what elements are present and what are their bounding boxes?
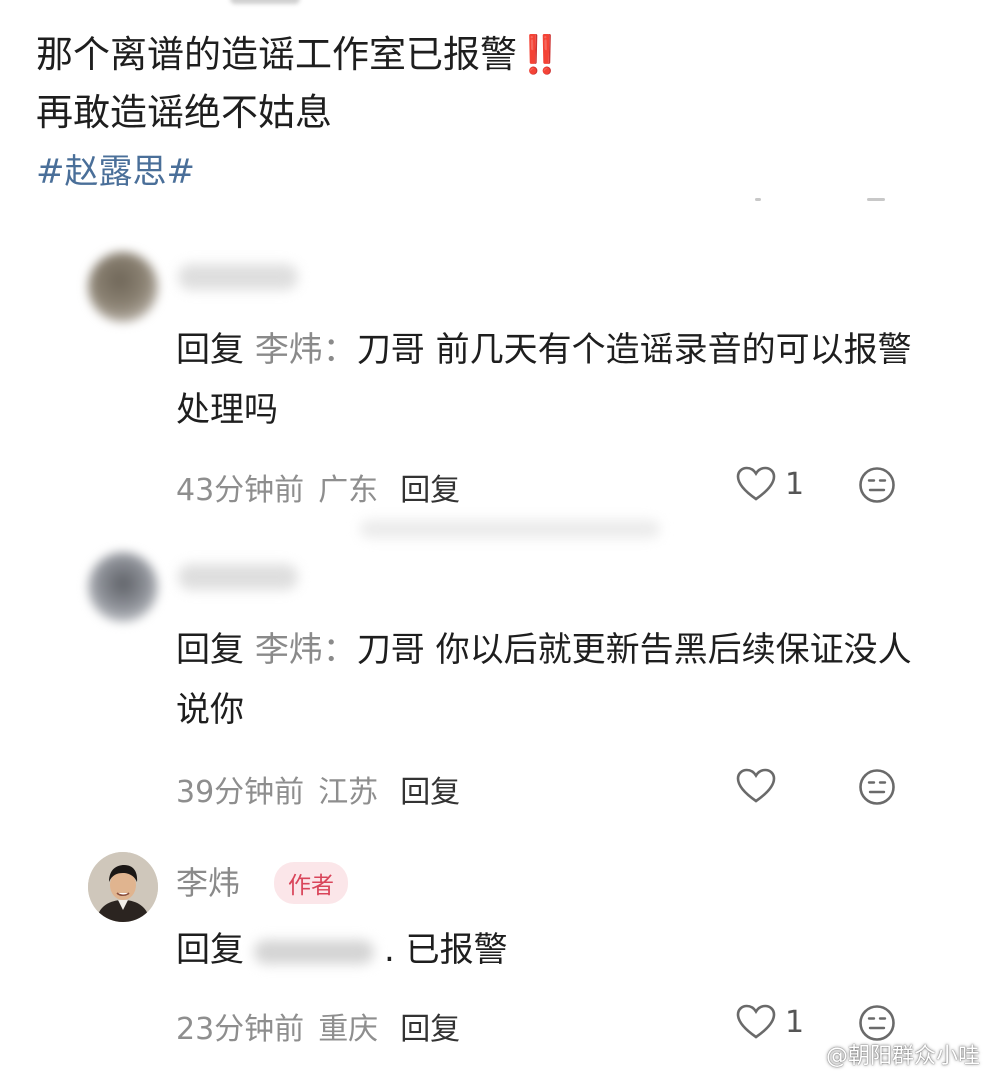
like-button[interactable]: [735, 767, 785, 805]
comment-text: 回复 李炜：刀哥 你以后就更新告黑后续保证没人说你: [176, 620, 916, 740]
meh-face-icon[interactable]: [858, 1004, 896, 1042]
like-button[interactable]: 1: [735, 465, 804, 503]
comment-location: 广东: [318, 473, 379, 508]
heart-outline-icon: [736, 466, 776, 501]
double-exclamation-icon: ‼️: [517, 33, 563, 76]
heart-outline-icon: [736, 1004, 776, 1039]
comment-text: 回复 . 已报警: [176, 920, 916, 980]
like-count: 1: [785, 1004, 805, 1040]
like-button[interactable]: 1: [735, 1003, 804, 1041]
avatar[interactable]: [88, 852, 158, 922]
avatar-image: [88, 852, 158, 922]
post-line-2: 再敢造谣绝不姑息: [36, 91, 332, 134]
post-content: 那个离谱的造谣工作室已报警‼️ 再敢造谣绝不姑息 #赵露思#: [36, 26, 936, 198]
reply-prefix: 回复: [176, 330, 244, 370]
meh-face-icon[interactable]: [858, 466, 896, 504]
comment-location: 江苏: [318, 775, 379, 810]
reply-prefix: 回复: [176, 930, 244, 970]
post-line-1-text: 那个离谱的造谣工作室已报警: [36, 33, 517, 76]
mention-link[interactable]: 李炜：: [255, 630, 357, 670]
reply-button[interactable]: 回复: [400, 775, 460, 810]
avatar[interactable]: [88, 552, 158, 622]
comment-time: 39分钟前: [176, 775, 305, 810]
comment-text: 回复 李炜：刀哥 前几天有个造谣录音的可以报警处理吗: [176, 320, 916, 440]
comment-location: 重庆: [318, 1012, 379, 1047]
meh-face-icon[interactable]: [858, 768, 896, 806]
reply-prefix: 回复: [176, 630, 244, 670]
reply-button[interactable]: 回复: [400, 473, 460, 508]
username-redacted[interactable]: [178, 264, 298, 290]
watermark-text: @朝阳群众小哇: [825, 1044, 980, 1069]
reply-button[interactable]: 回复: [400, 1012, 460, 1047]
post-line-1: 那个离谱的造谣工作室已报警‼️: [36, 26, 936, 84]
username-redacted[interactable]: [178, 564, 298, 590]
comment-meta: 23分钟前 重庆 回复: [176, 1004, 460, 1048]
redacted-fragment: [360, 520, 660, 538]
author-badge: 作者: [274, 862, 348, 904]
author-name[interactable]: 李炜: [176, 858, 240, 904]
mention-link[interactable]: 李炜：: [255, 330, 357, 370]
weibo-logo-icon: [794, 1045, 821, 1065]
cropped-text-fragment: [230, 0, 300, 4]
hashtag-link[interactable]: #赵露思#: [36, 146, 936, 198]
divider: [755, 198, 885, 204]
comment-meta: 39分钟前 江苏 回复: [176, 767, 460, 811]
comment-body: . 已报警: [384, 930, 508, 970]
mention-redacted[interactable]: [254, 939, 374, 964]
watermark: @朝阳群众小哇: [794, 1038, 980, 1070]
comment-time: 23分钟前: [176, 1012, 305, 1047]
like-count: 1: [785, 466, 805, 502]
comment-meta: 43分钟前 广东 回复: [176, 465, 460, 509]
heart-outline-icon: [736, 768, 776, 803]
comment-time: 43分钟前: [176, 473, 305, 508]
avatar[interactable]: [88, 252, 158, 322]
